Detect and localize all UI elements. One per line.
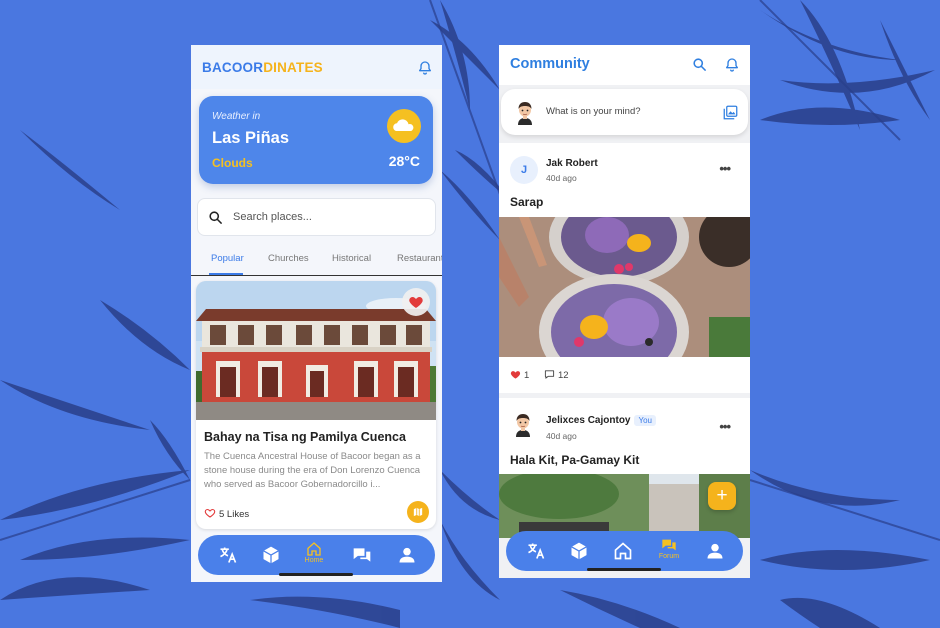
home-screen: BACOORDINATES Weather in Las Piñas Cloud… (191, 45, 442, 582)
post-title: Sarap (510, 195, 544, 209)
post-photo (499, 217, 750, 357)
map-button[interactable] (407, 501, 429, 523)
home-icon (307, 542, 321, 556)
weather-temperature: 28°C (388, 153, 420, 169)
author-avatar: J (510, 156, 538, 184)
author-avatar (510, 411, 536, 437)
nav-home-label: Home (304, 557, 324, 564)
translate-icon[interactable] (526, 541, 546, 561)
category-tabs: Popular Churches Historical Restaurants (191, 245, 442, 276)
user-avatar (512, 99, 538, 125)
like-count: 1 (524, 370, 530, 381)
weather-city: Las Piñas (212, 129, 290, 147)
post-author: Jelixces Cajontoy You (546, 415, 656, 426)
like-button[interactable]: 1 (510, 369, 529, 381)
comment-button[interactable]: 12 (544, 369, 569, 381)
search-placeholder: Search places... (233, 211, 312, 223)
gallery-icon[interactable] (723, 105, 738, 120)
cube-icon[interactable] (569, 541, 589, 561)
likes-count: 5 Likes (204, 507, 249, 520)
post-author-name: Jelixces Cajontoy (546, 415, 631, 426)
search-icon[interactable] (692, 57, 707, 72)
community-header: Community (499, 45, 750, 85)
favorite-button[interactable] (402, 288, 430, 316)
post-author: Jak Robert (546, 158, 598, 169)
weather-card: Weather in Las Piñas Clouds 28°C (199, 96, 433, 184)
home-indicator (587, 568, 661, 571)
you-badge: You (634, 415, 656, 426)
active-tab-indicator (209, 273, 243, 275)
bamboo-leaves-background (0, 0, 940, 628)
more-options-icon[interactable]: ••• (719, 419, 731, 434)
tab-restaurants[interactable]: Restaurants (397, 253, 442, 264)
home-indicator (279, 573, 353, 576)
cloud-sun-icon (387, 109, 421, 143)
post-title: Hala Kit, Pa-Gamay Kit (510, 453, 640, 467)
place-description: The Cuenca Ancestral House of Bacoor beg… (204, 451, 421, 490)
likes-label: 5 Likes (219, 509, 250, 520)
bottom-navigation: Home (198, 535, 435, 575)
bell-icon[interactable] (417, 60, 433, 76)
compose-post-input[interactable]: What is on your mind? (501, 89, 748, 135)
forum-icon[interactable] (352, 545, 372, 565)
profile-icon[interactable] (705, 541, 725, 561)
search-icon (209, 211, 222, 224)
page-title: Community (510, 56, 590, 72)
tab-historical[interactable]: Historical (332, 253, 371, 264)
forum-icon (662, 539, 676, 551)
place-photo (196, 281, 436, 420)
community-screen: Community What is on your mind? J Jak Ro… (499, 45, 750, 578)
search-input[interactable]: Search places... (197, 198, 436, 236)
tab-popular[interactable]: Popular (211, 253, 244, 264)
bottom-navigation: Forum (506, 531, 743, 571)
profile-icon[interactable] (397, 545, 417, 565)
place-card[interactable]: Bahay na Tisa ng Pamilya Cuenca The Cuen… (196, 281, 436, 529)
nav-forum-label: Forum (658, 553, 680, 560)
brand-part-2: DINATES (263, 60, 323, 75)
heart-filled-icon (409, 297, 423, 308)
weather-prefix: Weather in (212, 111, 261, 122)
place-title: Bahay na Tisa ng Pamilya Cuenca (204, 430, 406, 444)
translate-icon[interactable] (218, 545, 238, 565)
bell-icon[interactable] (724, 57, 740, 73)
add-post-button[interactable]: + (708, 482, 736, 510)
app-header: BACOORDINATES (191, 45, 442, 89)
compose-placeholder: What is on your mind? (546, 106, 641, 117)
post-card[interactable]: Jelixces Cajontoy You 40d ago ••• Hala Ki… (499, 398, 750, 538)
comment-icon (544, 370, 555, 379)
map-icon (413, 507, 423, 517)
post-card[interactable]: J Jak Robert 40d ago ••• Sarap 1 12 (499, 143, 750, 393)
heart-outline-icon (204, 508, 216, 518)
comment-count: 12 (557, 370, 569, 381)
brand-part-1: BACOOR (202, 60, 264, 75)
post-stats: 1 12 (510, 369, 581, 381)
tab-churches[interactable]: Churches (268, 253, 309, 264)
post-time: 40d ago (546, 173, 577, 183)
cube-icon[interactable] (261, 545, 281, 565)
home-icon[interactable] (613, 541, 633, 561)
weather-condition: Clouds (212, 156, 253, 170)
post-time: 40d ago (546, 431, 577, 441)
more-options-icon[interactable]: ••• (719, 161, 731, 176)
plus-icon: + (716, 485, 728, 506)
heart-filled-icon (510, 371, 521, 379)
app-logo: BACOORDINATES (202, 60, 323, 75)
